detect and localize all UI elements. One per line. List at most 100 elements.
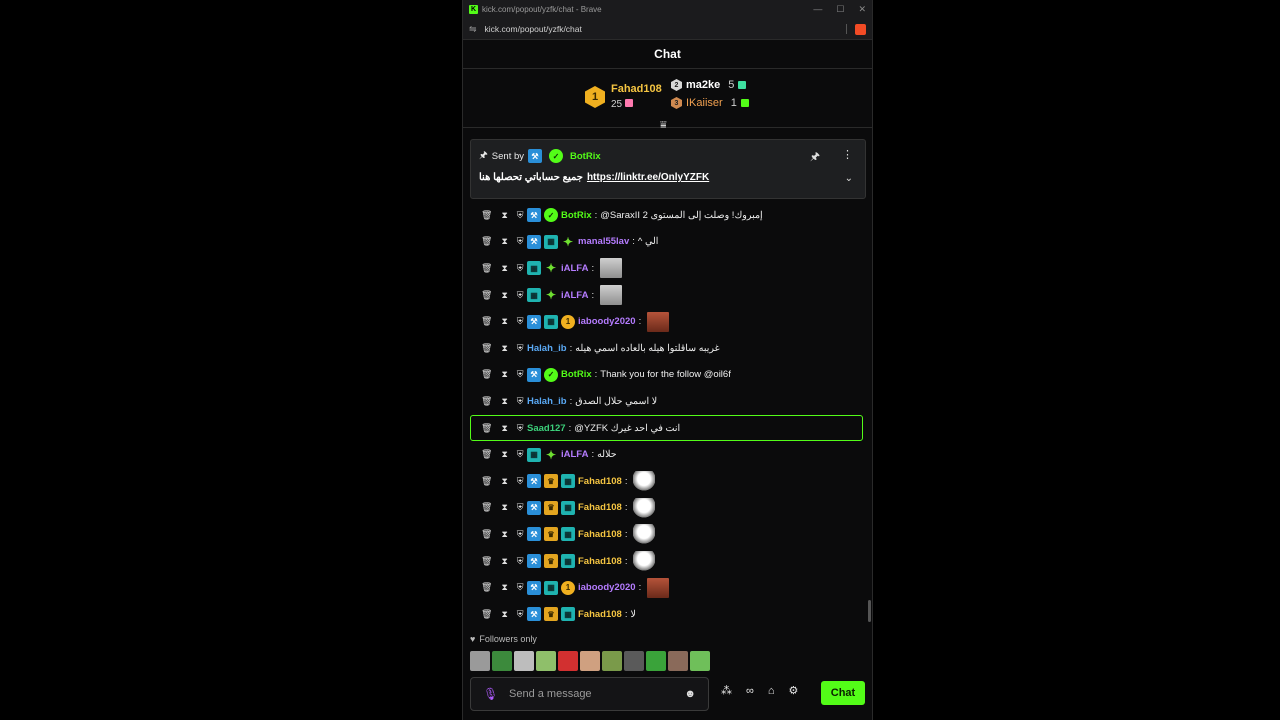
store-icon[interactable]: ⌂ [768, 685, 775, 697]
message-username[interactable]: manal55lav [578, 236, 629, 247]
recent-emote[interactable] [668, 651, 688, 671]
kicks-icon[interactable]: ⁂ [721, 684, 732, 697]
timeout-icon[interactable]: ⧗ [501, 502, 507, 513]
message-username[interactable]: Fahad108 [578, 556, 622, 567]
recent-emote[interactable] [580, 651, 600, 671]
chat-message[interactable]: 🗑 ⧗ ⛨ Halah_ib: لا اسمي حلال الصدق [463, 388, 872, 415]
chevron-down-icon[interactable]: ⌄ [845, 173, 853, 184]
timeout-icon[interactable]: ⧗ [501, 236, 507, 247]
ban-icon[interactable]: ⛨ [517, 449, 524, 460]
recent-emote[interactable] [646, 651, 666, 671]
chat-message[interactable]: 🗑 ⧗ ⛨ ⚒ ♛ ▦ Fahad108: [463, 548, 872, 575]
settings-gear-icon[interactable]: ⚙ [789, 684, 799, 697]
message-username[interactable]: iaboody2020 [578, 316, 636, 327]
leader-third[interactable]: 3 IKaiiser 1 [671, 97, 749, 109]
ban-icon[interactable]: ⛨ [517, 396, 524, 407]
delete-icon[interactable]: 🗑 [481, 210, 492, 221]
infinity-icon[interactable]: ∞ [746, 685, 754, 697]
ban-icon[interactable]: ⛨ [517, 316, 524, 327]
delete-icon[interactable]: 🗑 [481, 343, 492, 354]
chat-message[interactable]: 🗑 ⧗ ⛨ Halah_ib: غريبه ساقلتوا هيله بالعاده ا… [463, 335, 872, 362]
delete-icon[interactable]: 🗑 [481, 582, 492, 593]
timeout-icon[interactable]: ⧗ [501, 582, 507, 593]
chat-message[interactable]: 🗑 ⧗ ⛨ ⚒ ♛ ▦ Fahad108: لا [463, 601, 872, 628]
delete-icon[interactable]: 🗑 [481, 316, 492, 327]
leader-first[interactable]: 1 Fahad108 25 [585, 82, 662, 112]
timeout-icon[interactable]: ⧗ [501, 423, 507, 434]
delete-icon[interactable]: 🗑 [481, 556, 492, 567]
delete-icon[interactable]: 🗑 [481, 369, 492, 380]
delete-icon[interactable]: 🗑 [481, 609, 492, 620]
timeout-icon[interactable]: ⧗ [501, 369, 507, 380]
timeout-icon[interactable]: ⧗ [501, 290, 507, 301]
delete-icon[interactable]: 🗑 [481, 423, 492, 434]
collapse-icon[interactable]: ⩸ [660, 119, 667, 132]
delete-icon[interactable]: 🗑 [481, 263, 492, 274]
chat-message[interactable]: 🗑 ⧗ ⛨ ⚒ ▦ 1 iaboody2020: [463, 574, 872, 601]
chat-message[interactable]: 🗑 ⧗ ⛨ ⚒ ✓ BotRix: Thank you for the follow @oi… [463, 362, 872, 389]
chat-message[interactable]: 🗑 ⧗ ⛨ ⚒ ▦ ✦ manal55lav: ^ الي [463, 229, 872, 256]
chat-message[interactable]: 🗑 ⧗ ⛨ ▦ ✦ iALFA: [463, 282, 872, 309]
timeout-icon[interactable]: ⧗ [501, 210, 507, 221]
message-username[interactable]: Saad127 [527, 423, 566, 434]
recent-emote[interactable] [492, 651, 512, 671]
message-username[interactable]: Halah_ib [527, 343, 567, 354]
chat-message[interactable]: 🗑 ⧗ ⛨ ⚒ ♛ ▦ Fahad108: [463, 468, 872, 495]
recent-emote[interactable] [602, 651, 622, 671]
timeout-icon[interactable]: ⧗ [501, 529, 507, 540]
delete-icon[interactable]: 🗑 [481, 529, 492, 540]
scrollbar[interactable] [868, 600, 871, 622]
ban-icon[interactable]: ⛨ [517, 423, 524, 434]
delete-icon[interactable]: 🗑 [481, 476, 492, 487]
ban-icon[interactable]: ⛨ [517, 582, 524, 593]
site-settings-icon[interactable]: ⇋ [469, 24, 477, 35]
ban-icon[interactable]: ⛨ [517, 556, 524, 567]
message-username[interactable]: iALFA [561, 449, 588, 460]
minimize-button[interactable]: — [813, 4, 822, 15]
ban-icon[interactable]: ⛨ [517, 263, 524, 274]
timeout-icon[interactable]: ⧗ [501, 609, 507, 620]
chat-message[interactable]: 🗑 ⧗ ⛨ ▦ ✦ iALFA: حلاله [463, 441, 872, 468]
recent-emote[interactable] [690, 651, 710, 671]
ban-icon[interactable]: ⛨ [517, 236, 524, 247]
ban-icon[interactable]: ⛨ [517, 290, 524, 301]
message-username[interactable]: BotRix [561, 369, 592, 380]
timeout-icon[interactable]: ⧗ [501, 263, 507, 274]
address-bar[interactable]: ⇋ kick.com/popout/yzfk/chat [463, 19, 872, 40]
recent-emote[interactable] [470, 651, 490, 671]
chat-message[interactable]: 🗑 ⧗ ⛨ ⚒ ▦ 1 iaboody2020: [463, 308, 872, 335]
delete-icon[interactable]: 🗑 [481, 449, 492, 460]
timeout-icon[interactable]: ⧗ [501, 316, 507, 327]
timeout-icon[interactable]: ⧗ [501, 449, 507, 460]
ban-icon[interactable]: ⛨ [517, 609, 524, 620]
recent-emote[interactable] [536, 651, 556, 671]
chat-message[interactable]: 🗑 ⧗ ⛨ ⚒ ♛ ▦ Fahad108: [463, 521, 872, 548]
delete-icon[interactable]: 🗑 [481, 290, 492, 301]
close-button[interactable]: ✕ [858, 4, 866, 15]
ban-icon[interactable]: ⛨ [517, 369, 524, 380]
message-username[interactable]: Halah_ib [527, 396, 567, 407]
microphone-icon[interactable]: 🎙 [483, 687, 498, 701]
delete-icon[interactable]: 🗑 [481, 502, 492, 513]
send-chat-button[interactable]: Chat [821, 681, 865, 705]
chat-message[interactable]: 🗑 ⧗ ⛨ ▦ ✦ iALFA: [463, 255, 872, 282]
url-text[interactable]: kick.com/popout/yzfk/chat [485, 24, 846, 34]
emoji-icon[interactable]: ☻ [684, 688, 696, 700]
chat-message[interactable]: 🗑 ⧗ ⛨ ⚒ ✓ BotRix: @SaraxII إمبروك! وصلت إلى ال… [463, 202, 872, 229]
message-username[interactable]: Fahad108 [578, 529, 622, 540]
recent-emote[interactable] [514, 651, 534, 671]
message-username[interactable]: iALFA [561, 263, 588, 274]
message-username[interactable]: iaboody2020 [578, 582, 636, 593]
ban-icon[interactable]: ⛨ [517, 502, 524, 513]
ban-icon[interactable]: ⛨ [517, 476, 524, 487]
maximize-button[interactable]: ☐ [836, 4, 844, 15]
unpin-icon[interactable]: 🖈 [810, 148, 820, 167]
ban-icon[interactable]: ⛨ [517, 210, 524, 221]
recent-emote[interactable] [558, 651, 578, 671]
recent-emote[interactable] [624, 651, 644, 671]
timeout-icon[interactable]: ⧗ [501, 396, 507, 407]
ban-icon[interactable]: ⛨ [517, 343, 524, 354]
delete-icon[interactable]: 🗑 [481, 236, 492, 247]
ban-icon[interactable]: ⛨ [517, 529, 524, 540]
timeout-icon[interactable]: ⧗ [501, 476, 507, 487]
